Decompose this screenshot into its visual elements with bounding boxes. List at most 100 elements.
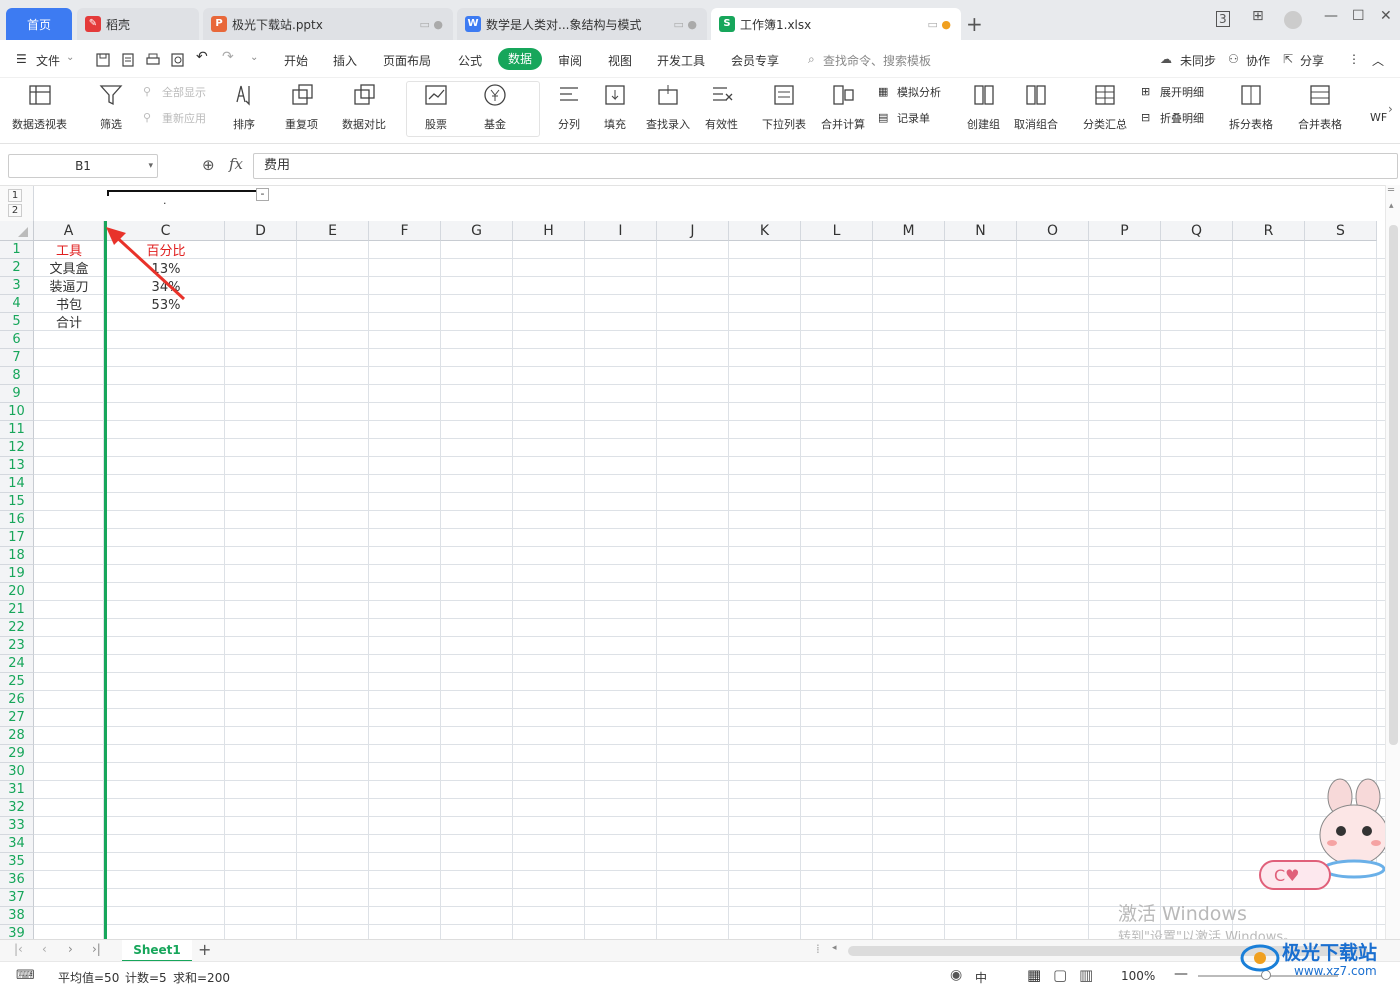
filter-button[interactable]: 筛选: [98, 82, 124, 132]
row-header-6[interactable]: 6: [0, 331, 34, 349]
column-header-g[interactable]: G: [441, 221, 513, 241]
collapse-detail-button[interactable]: ⊟ 折叠明细: [1141, 110, 1204, 126]
column-header-d[interactable]: D: [225, 221, 297, 241]
row-header-32[interactable]: 32: [0, 799, 34, 817]
row-header-10[interactable]: 10: [0, 403, 34, 421]
row-header-2[interactable]: 2: [0, 259, 34, 277]
row-header-18[interactable]: 18: [0, 547, 34, 565]
row-header-38[interactable]: 38: [0, 907, 34, 925]
reapply-button[interactable]: ⚲ 重新应用: [143, 110, 206, 126]
pivot-table-button[interactable]: 数据透视表: [12, 82, 67, 132]
next-sheet-icon[interactable]: ›: [68, 942, 73, 956]
quick-access-more-icon[interactable]: ⌄: [250, 52, 258, 63]
normal-view-icon[interactable]: ▦: [1027, 966, 1041, 984]
row-header-31[interactable]: 31: [0, 781, 34, 799]
page-layout-view-icon[interactable]: ▢: [1053, 966, 1067, 984]
expand-detail-button[interactable]: ⊞ 展开明细: [1141, 84, 1204, 100]
outline-level-2[interactable]: 2: [8, 204, 22, 217]
outline-collapse-button[interactable]: -: [256, 188, 269, 201]
name-box[interactable]: B1 ▾: [8, 154, 158, 178]
sort-button[interactable]: 排序: [231, 82, 257, 132]
sheet-tab-sheet1[interactable]: Sheet1: [122, 940, 192, 962]
row-header-14[interactable]: 14: [0, 475, 34, 493]
prev-sheet-icon[interactable]: ‹: [42, 942, 47, 956]
column-header-r[interactable]: R: [1233, 221, 1305, 241]
column-header-n[interactable]: N: [945, 221, 1017, 241]
row-header-9[interactable]: 9: [0, 385, 34, 403]
column-header-m[interactable]: M: [873, 221, 945, 241]
stock-button[interactable]: 股票: [423, 82, 449, 132]
row-header-11[interactable]: 11: [0, 421, 34, 439]
row-header-30[interactable]: 30: [0, 763, 34, 781]
menu-insert[interactable]: 插入: [333, 52, 357, 69]
share-button[interactable]: 分享: [1300, 52, 1324, 69]
print-icon[interactable]: [145, 52, 161, 68]
validity-button[interactable]: 有效性: [705, 82, 738, 132]
menu-page-layout[interactable]: 页面布局: [383, 52, 431, 69]
formula-input[interactable]: 费用: [253, 153, 1398, 179]
3d-view-icon[interactable]: 3: [1216, 11, 1230, 27]
row-header-21[interactable]: 21: [0, 601, 34, 619]
column-header-f[interactable]: F: [369, 221, 441, 241]
column-header-p[interactable]: P: [1089, 221, 1161, 241]
vertical-scroll-thumb[interactable]: [1389, 225, 1398, 745]
show-all-button[interactable]: ⚲ 全部显示: [143, 84, 206, 100]
column-header-k[interactable]: K: [729, 221, 801, 241]
column-header-o[interactable]: O: [1017, 221, 1089, 241]
command-search-input[interactable]: 查找命令、搜索模板: [823, 52, 931, 69]
zoom-out-icon[interactable]: —: [1174, 966, 1188, 982]
cell-a1[interactable]: 工具: [34, 243, 104, 261]
row-header-24[interactable]: 24: [0, 655, 34, 673]
menu-review[interactable]: 审阅: [558, 52, 582, 69]
export-pdf-icon[interactable]: [120, 52, 136, 68]
row-header-8[interactable]: 8: [0, 367, 34, 385]
menu-member[interactable]: 会员专享: [731, 52, 779, 69]
fx-icon[interactable]: fx: [229, 155, 243, 173]
split-column-button[interactable]: 分列: [556, 82, 582, 132]
record-form-button[interactable]: ▤ 记录单: [878, 110, 930, 126]
row-header-15[interactable]: 15: [0, 493, 34, 511]
tab-doc[interactable]: W 数学是人类对...象结构与模式 ▭ ●: [457, 8, 707, 40]
grid-apps-icon[interactable]: ⊞: [1252, 8, 1264, 24]
data-compare-button[interactable]: 数据对比: [342, 82, 386, 132]
tab-ppt[interactable]: P 极光下载站.pptx ▭ ●: [203, 8, 453, 40]
close-icon[interactable]: ✕: [1380, 8, 1392, 24]
row-header-16[interactable]: 16: [0, 511, 34, 529]
menu-file[interactable]: 文件: [36, 52, 60, 69]
column-header-a[interactable]: A: [34, 221, 104, 241]
cell-a3[interactable]: 装逼刀: [34, 279, 104, 297]
hidden-column-b-marker[interactable]: [104, 221, 107, 939]
zoom-level[interactable]: 100%: [1121, 969, 1155, 983]
scroll-left-icon[interactable]: ◂: [832, 943, 837, 953]
tab-home[interactable]: 首页: [6, 8, 72, 40]
row-header-25[interactable]: 25: [0, 673, 34, 691]
hscroll-split-icon[interactable]: ⁞: [816, 942, 820, 956]
new-tab-icon[interactable]: +: [966, 12, 983, 36]
column-header-q[interactable]: Q: [1161, 221, 1233, 241]
vertical-scrollbar[interactable]: ═ ▴: [1385, 185, 1400, 939]
create-group-button[interactable]: 创建组: [967, 82, 1000, 132]
tab-ppt-controls-icon[interactable]: ▭ ●: [420, 18, 444, 31]
duplicates-button[interactable]: 重复项: [285, 82, 318, 132]
row-header-17[interactable]: 17: [0, 529, 34, 547]
row-header-37[interactable]: 37: [0, 889, 34, 907]
sync-status[interactable]: 未同步: [1180, 52, 1216, 69]
save-icon[interactable]: [95, 52, 111, 68]
tab-daoke[interactable]: ✎ 稻壳: [77, 8, 199, 40]
minimize-icon[interactable]: —: [1324, 8, 1338, 24]
row-header-7[interactable]: 7: [0, 349, 34, 367]
menu-formula[interactable]: 公式: [458, 52, 482, 69]
tab-doc-controls-icon[interactable]: ▭ ●: [674, 18, 698, 31]
menu-start[interactable]: 开始: [284, 52, 308, 69]
row-header-34[interactable]: 34: [0, 835, 34, 853]
hamburger-icon[interactable]: ☰: [16, 52, 27, 66]
row-header-20[interactable]: 20: [0, 583, 34, 601]
collapse-ribbon-icon[interactable]: ︿: [1372, 52, 1384, 69]
ribbon-scroll-right-icon[interactable]: ›: [1388, 102, 1393, 116]
merge-table-button[interactable]: 合并表格: [1298, 82, 1342, 132]
ungroup-button[interactable]: 取消组合: [1014, 82, 1058, 132]
menu-data[interactable]: 数据: [498, 48, 542, 70]
tab-xls[interactable]: S 工作簿1.xlsx ▭ ●: [711, 8, 961, 40]
column-header-h[interactable]: H: [513, 221, 585, 241]
spreadsheet-grid[interactable]: ACDEFGHIJKLMNOPQRS 1 2 3 4 5 6 7 8 9 10 11 12 13 14 15…: [0, 221, 1385, 939]
